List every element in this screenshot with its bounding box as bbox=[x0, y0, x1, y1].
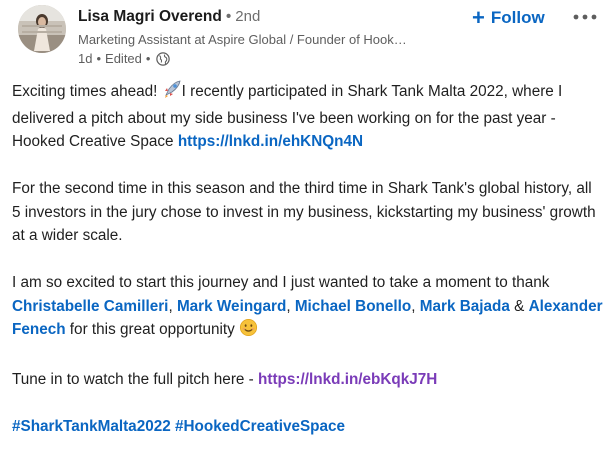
post-link-2[interactable]: https://lnkd.in/ebKqkJ7H bbox=[258, 371, 437, 388]
post-hashtags: #SharkTankMalta2022 #HookedCreativeSpace bbox=[12, 415, 604, 439]
follow-button[interactable]: + Follow bbox=[472, 6, 545, 30]
post-paragraph-2: For the second time in this season and t… bbox=[12, 180, 596, 244]
ellipsis-icon bbox=[573, 14, 597, 20]
mention-mark-bajada[interactable]: Mark Bajada bbox=[420, 298, 510, 315]
mention-mark-weingard[interactable]: Mark Weingard bbox=[177, 298, 286, 315]
avatar[interactable] bbox=[18, 5, 66, 53]
connection-degree: 2nd bbox=[235, 8, 261, 25]
mention-separator: , bbox=[411, 297, 420, 315]
paragraph-text: for this great opportunity bbox=[65, 321, 240, 338]
edited-label: Edited bbox=[105, 51, 142, 66]
paragraph-text: I am so excited to start this journey an… bbox=[12, 274, 550, 291]
rocket-emoji bbox=[162, 79, 182, 107]
avatar-photo bbox=[18, 5, 66, 53]
post-paragraph-1: Exciting times ahead! I recently partici… bbox=[12, 79, 604, 154]
post-header: Lisa Magri Overend • 2nd Marketing Assista… bbox=[0, 0, 613, 72]
follow-label: Follow bbox=[490, 8, 545, 27]
author-name[interactable]: Lisa Magri Overend bbox=[78, 8, 222, 25]
author-line: Lisa Magri Overend • 2nd bbox=[78, 8, 260, 26]
mention-separator: & bbox=[509, 297, 529, 315]
meta-separator: • bbox=[145, 51, 151, 66]
post-meta: 1d • Edited • bbox=[78, 51, 171, 66]
hashtag-hookedcreativespace[interactable]: #HookedCreativeSpace bbox=[175, 418, 345, 435]
post-time: 1d bbox=[78, 51, 93, 66]
post-link-1[interactable]: https://lnkd.in/ehKNQn4N bbox=[178, 133, 363, 150]
more-options-button[interactable] bbox=[571, 7, 599, 27]
mention-separator: , bbox=[286, 297, 295, 315]
post-paragraph-4: Tune in to watch the full pitch here - h… bbox=[12, 368, 604, 392]
plus-icon: + bbox=[472, 5, 485, 30]
mention-christabelle-camilleri[interactable]: Christabelle Camilleri bbox=[12, 298, 168, 315]
globe-icon bbox=[156, 51, 171, 66]
degree-separator: • bbox=[225, 8, 232, 25]
smiling-emoji bbox=[239, 318, 258, 345]
author-headline[interactable]: Marketing Assistant at Aspire Global / F… bbox=[78, 32, 407, 47]
paragraph-text: Exciting times ahead! bbox=[12, 83, 162, 100]
mention-michael-bonello[interactable]: Michael Bonello bbox=[295, 298, 411, 315]
paragraph-text: Tune in to watch the full pitch here - bbox=[12, 371, 259, 388]
post-paragraph-3: I am so excited to start this journey an… bbox=[12, 271, 604, 345]
post-body: Exciting times ahead! I recently partici… bbox=[12, 79, 604, 462]
mention-separator: , bbox=[168, 297, 177, 315]
hashtag-sharktankmalta2022[interactable]: #SharkTankMalta2022 bbox=[12, 418, 171, 435]
meta-separator: • bbox=[96, 51, 102, 66]
